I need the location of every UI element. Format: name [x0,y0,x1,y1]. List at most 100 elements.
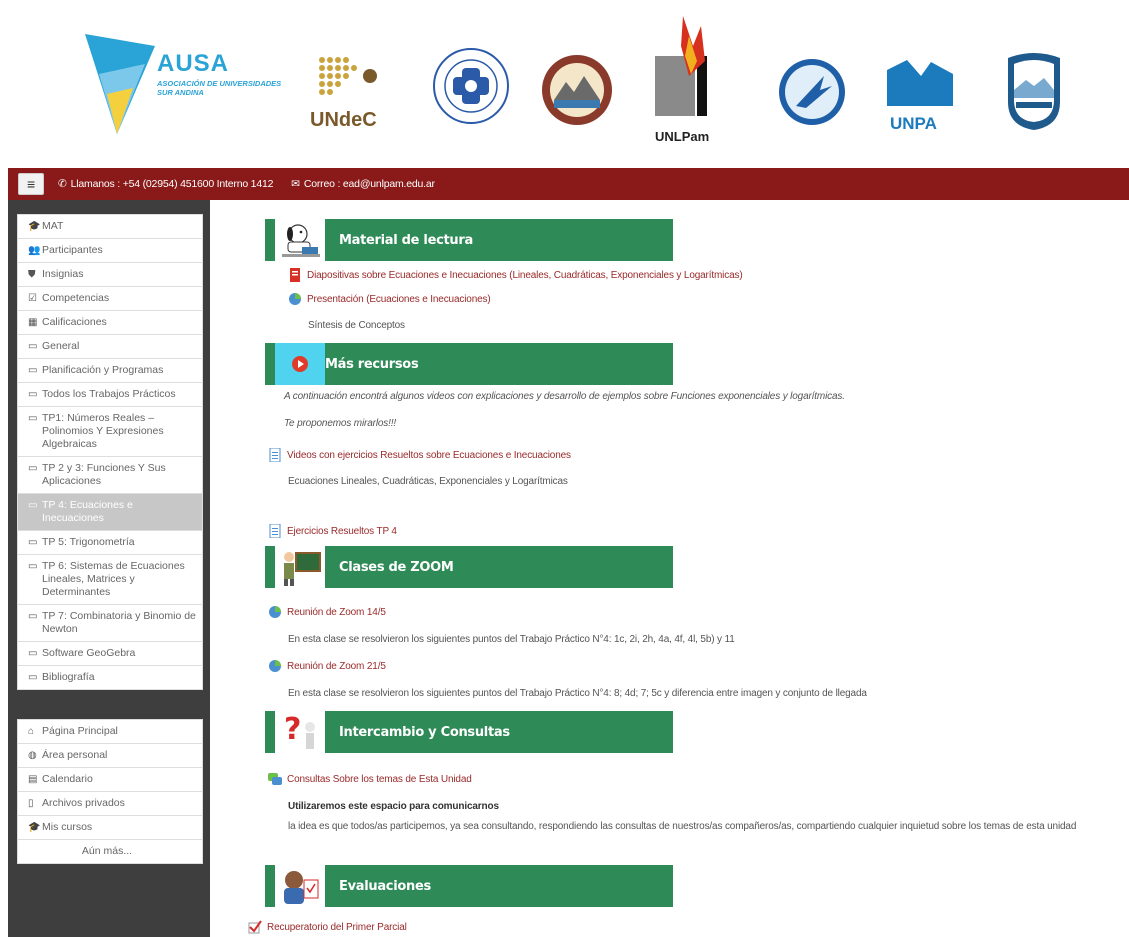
section-title: Más recursos [325,356,419,372]
activity-link-text: Recuperatorio del Primer Parcial [267,921,407,933]
nav-item-tp1[interactable]: ▭ TP1: Números Reales – Polinomios Y Expr… [18,407,202,457]
label-zoom1-desc: En esta clase se resolvieron los siguien… [288,634,735,645]
activity-recuperatorio[interactable]: Recuperatorio del Primer Parcial [248,920,407,934]
video-play-icon [275,343,325,385]
url-globe-icon [268,605,282,619]
section-header-zoom: Clases de ZOOM [265,546,673,588]
top-bar: ≡ ✆ Llamanos : +54 (02954) 451600 Intern… [8,168,1129,200]
label-text: Ecuaciones Lineales, Cuadráticas, Expone… [288,476,568,487]
folder-icon: ▭ [28,611,38,622]
shield-icon: ⛊ [28,269,36,280]
nav-item-tp4[interactable]: ▭ TP 4: Ecuaciones e Inecuaciones [18,494,202,531]
section-title: Clases de ZOOM [339,559,454,575]
unlpam-name: UNLPam [655,129,710,144]
activity-zoom-14-5[interactable]: Reunión de Zoom 14/5 [268,605,386,619]
activity-zoom-21-5[interactable]: Reunión de Zoom 21/5 [268,659,386,673]
file-icon: ▯ [28,798,34,809]
users-icon: 👥 [28,245,41,256]
activity-videos-resueltos[interactable]: Videos con ejercicios Resueltos sobre Ec… [268,447,571,463]
label-sintesis: Síntesis de Conceptos [308,320,405,331]
graduation-cap-icon: 🎓 [28,822,41,833]
unlpam-logo: UNLPam [653,16,728,144]
nav-item-dashboard[interactable]: ◍ Área personal [18,744,202,768]
label-text: A continuación encontrá algunos videos c… [284,391,845,402]
nav-item-label: TP 7: Combinatoria y Binomio de Newton [42,610,196,635]
nav-item-calendar[interactable]: ▤ Calendario [18,768,202,792]
nav-item-label: Página Principal [42,725,118,737]
nav-item-label: MAT [42,220,64,232]
section-header-evaluaciones: Evaluaciones [265,865,673,907]
checkbox-icon: ☑ [28,293,37,304]
nav-item-planificacion[interactable]: ▭ Planificación y Programas [18,359,202,383]
ausa-name: AUSA [157,50,230,77]
bird-seal-logo [779,59,845,125]
course-content: Material de lectura Diapositivas sobre E… [210,200,1129,937]
activity-link-text: Reunión de Zoom 14/5 [287,606,386,618]
menu-toggle-button[interactable]: ≡ [18,173,44,195]
nav-item-home[interactable]: ⌂ Página Principal [18,720,202,744]
activity-ejercicios-resueltos[interactable]: Ejercicios Resueltos TP 4 [268,523,397,539]
nav-item-grades[interactable]: ▦ Calificaciones [18,311,202,335]
nav-item-private-files[interactable]: ▯ Archivos privados [18,792,202,816]
nav-item-label: Insignias [42,268,84,280]
nav-item-label: Calificaciones [42,316,107,328]
envelope-icon: ✉ [291,178,300,190]
page-icon [268,523,282,539]
nav-item-tp7[interactable]: ▭ TP 7: Combinatoria y Binomio de Newton [18,605,202,642]
nav-item-label: General [42,340,80,352]
nav-item-geogebra[interactable]: ▭ Software GeoGebra [18,642,202,666]
nav-item-general[interactable]: ▭ General [18,335,202,359]
nav-item-label: TP 2 y 3: Funciones Y Sus Aplicaciones [42,462,166,487]
label-text: Síntesis de Conceptos [308,320,405,331]
presentation-file-icon [288,292,302,306]
dashboard-icon: ◍ [28,750,37,761]
label-text: Utilizaremos este espacio para comunicar… [288,801,499,812]
label-recursos-invite: Te proponemos mirarlos!!! [284,418,396,429]
question-mark-icon: ? [275,711,325,753]
nav-item-tp5[interactable]: ▭ TP 5: Trigonometría [18,531,202,555]
graduation-cap-icon: 🎓 [28,221,41,232]
activity-foro-consultas[interactable]: Consultas Sobre los temas de Esta Unidad [268,772,472,786]
label-videos-desc: Ecuaciones Lineales, Cuadráticas, Expone… [288,476,568,487]
nav-item-label: TP 4: Ecuaciones e Inecuaciones [42,499,133,524]
unpa-name: UNPA [890,114,937,133]
activity-link-text: Videos con ejercicios Resueltos sobre Ec… [287,449,571,461]
section-title: Intercambio y Consultas [339,724,510,740]
nav-item-label: TP1: Números Reales – Polinomios Y Expre… [42,412,164,450]
activity-link-text: Reunión de Zoom 21/5 [287,660,386,672]
pdf-file-icon [288,268,302,282]
nav-item-label: Participantes [42,244,103,256]
nav-item-trabajos-practicos[interactable]: ▭ Todos los Trabajos Prácticos [18,383,202,407]
label-zoom2-desc: En esta clase se resolvieron los siguien… [288,688,867,699]
label-text: Te proponemos mirarlos!!! [284,418,397,429]
nav-item-badges[interactable]: ⛊ Insignias [18,263,202,287]
nav-item-my-courses[interactable]: 🎓 Mis cursos [18,816,202,840]
folder-icon: ▭ [28,537,38,548]
reading-dog-icon [275,219,325,261]
nav-item-label: TP 5: Trigonometría [42,536,135,548]
activity-presentacion[interactable]: Presentación (Ecuaciones e Inecuaciones) [288,292,491,306]
nav-item-course-home[interactable]: 🎓 MAT [18,215,202,239]
nav-item-tp2-3[interactable]: ▭ TP 2 y 3: Funciones Y Sus Aplicaciones [18,457,202,494]
nav-item-tp6[interactable]: ▭ TP 6: Sistemas de Ecuaciones Lineales, … [18,555,202,605]
page-icon [268,447,282,463]
folder-icon: ▭ [28,500,38,511]
activity-diapositivas[interactable]: Diapositivas sobre Ecuaciones e Inecuaci… [288,268,743,282]
nav-item-competencies[interactable]: ☑ Competencias [18,287,202,311]
contact-email[interactable]: ✉ Correo : ead@unlpam.edu.ar [291,178,439,190]
section-title: Material de lectura [339,232,473,248]
nav-item-label: Competencias [42,292,110,304]
label-recursos-intro: A continuación encontrá algunos videos c… [284,391,845,402]
svg-text:?: ? [284,712,301,747]
hamburger-icon: ≡ [27,176,35,192]
nav-item-label: Área personal [42,749,108,761]
nav-item-more[interactable]: Aún más... [18,840,202,863]
folder-icon: ▭ [28,389,38,400]
nav-item-bibliografia[interactable]: ▭ Bibliografía [18,666,202,689]
university-seal-logo [542,55,612,125]
comahue-seal-logo [433,48,509,124]
label-foro-title: Utilizaremos este espacio para comunicar… [288,801,499,812]
unpa-logo: UNPA [887,56,953,134]
nav-item-participants[interactable]: 👥 Participantes [18,239,202,263]
activity-link-text: Diapositivas sobre Ecuaciones e Inecuaci… [307,269,743,281]
